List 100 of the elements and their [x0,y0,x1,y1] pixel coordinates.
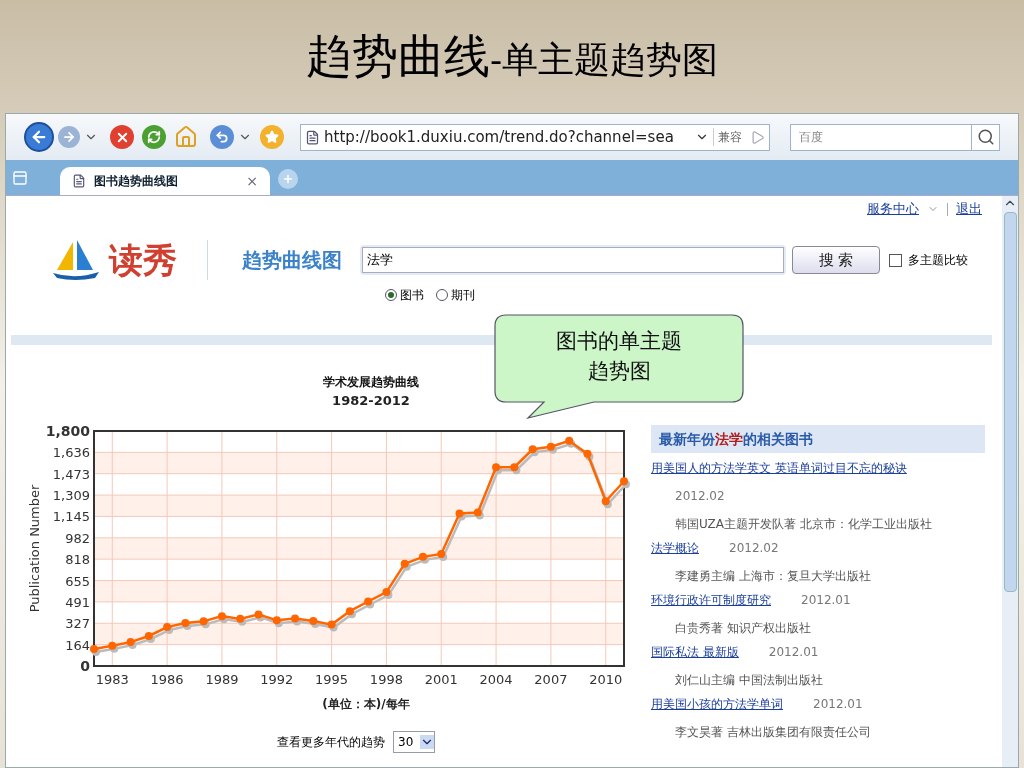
point [327,620,336,629]
unit-label: (单位：本)/每年 [322,695,410,713]
book-date: 2012.01 [801,592,851,609]
tab-close[interactable]: × [246,170,258,192]
point [90,644,98,653]
y-tick-label: 818 [65,551,90,567]
y-tick-label: 1,473 [52,466,90,482]
x-tick-label: 1989 [205,671,239,687]
x-tick-label: 1998 [369,671,403,687]
y-tick-label: 1,145 [52,508,90,524]
y-tick-label: 1,636 [52,444,90,460]
chart-subtitle: 1982-2012 [332,392,410,410]
point [236,614,245,623]
book-title-link[interactable]: 国际私法 最新版 [651,643,739,661]
x-tick-label: 2010 [589,671,623,687]
point [492,462,501,471]
callout-text: 图书的单主题趋势图 [555,328,683,385]
plus-icon [282,173,294,185]
compare-label: 多主题比较 [908,252,968,269]
address-bar[interactable]: http://book1.duxiu.com/trend.do?channel=sea 兼容 [300,123,770,151]
point [199,616,208,625]
tab-list-icon[interactable] [12,170,28,186]
book-info: 刘仁山主编 中国法制出版社 [675,672,824,689]
refresh-button[interactable] [142,125,166,149]
x-tick-label: 1986 [150,671,184,687]
stop-button[interactable] [110,125,134,149]
slide-title: 趋势曲线-单主题趋势图 [305,28,719,85]
logo-text: 读秀 [109,238,177,282]
book-date: 2012.02 [729,540,779,557]
logout-link[interactable]: 退出 [956,199,982,219]
point [437,549,446,558]
point [144,631,153,640]
compare-checkbox[interactable] [889,253,902,267]
scrollbar[interactable] [1002,196,1018,767]
point [473,508,482,517]
point [620,476,628,485]
books-heading: 最新年份法学的相关图书 [651,425,985,453]
point [108,641,117,650]
point [254,609,263,618]
book-date: 2012.02 [675,488,726,505]
back-button[interactable] [24,122,54,152]
point [217,611,226,620]
refresh-icon [147,130,161,144]
search-icon [976,128,995,146]
x-tick-label: 2004 [479,671,513,687]
point [400,559,409,568]
point [455,508,464,517]
page-icon [72,174,86,188]
book-title-link[interactable]: 用美国小孩的方法学单词 [651,695,783,713]
book-title-link[interactable]: 环境行政许可制度研究 [651,591,771,609]
book-date: 2012.01 [813,696,863,713]
point [583,449,592,458]
book-info: 李建勇主编 上海市：复旦大学出版社 [675,568,872,585]
point [181,618,190,627]
y-tick-label: 164 [65,637,90,653]
search-field[interactable]: 百度 [790,123,972,151]
dropdown-icon[interactable] [420,734,434,749]
more-years-label: 查看更多年代的趋势 [277,733,385,751]
radio-label: 图书 [400,287,424,304]
radio-button[interactable] [385,289,397,301]
compat-button[interactable]: 兼容 [713,128,746,146]
undo-icon [215,130,229,144]
point [528,444,537,453]
star-icon [265,130,279,144]
radio-button[interactable] [436,289,448,301]
section-title: 趋势曲线图 [242,247,342,274]
browser-tab[interactable]: 图书趋势曲线图 × [60,167,270,195]
point [126,637,135,646]
point [291,613,300,622]
y-tick-label: 982 [65,530,90,546]
chart-title: 学术发展趋势曲线 [323,374,419,391]
point [510,462,519,471]
book-title-link[interactable]: 用美国人的方法学英文 英语单词过目不忘的秘诀 [651,459,907,477]
y-tick-label: 1,800 [45,422,90,439]
undo-button[interactable] [210,125,234,149]
service-link[interactable]: 服务中心 [867,199,919,219]
search-button[interactable] [972,123,1000,151]
y-tick-label: 655 [65,573,90,589]
book-info: 白贵秀著 知识产权出版社 [675,620,812,637]
y-tick-label: 1,309 [52,487,90,503]
keyword-field[interactable]: 法学 [360,245,786,275]
x-tick-label: 1992 [260,671,294,687]
y-tick-label: 0 [80,657,90,674]
point [272,615,281,624]
years-select[interactable]: 30 [393,730,435,753]
point [382,587,391,596]
point [309,616,318,625]
book-info: 韩国UZA主题开发队著 北京市：化学工业出版社 [675,516,933,533]
x-tick-label: 1995 [315,671,349,687]
point [565,436,574,445]
y-tick-label: 491 [65,594,90,610]
book-title-link[interactable]: 法学概论 [651,539,699,557]
point [345,606,354,615]
point [418,552,427,561]
search-button[interactable]: 搜 索 [792,246,880,274]
point [601,496,610,505]
point [163,622,172,631]
y-axis-label: Publication Number [27,484,42,612]
x-tick-label: 2007 [534,671,568,687]
page-icon [305,129,320,145]
